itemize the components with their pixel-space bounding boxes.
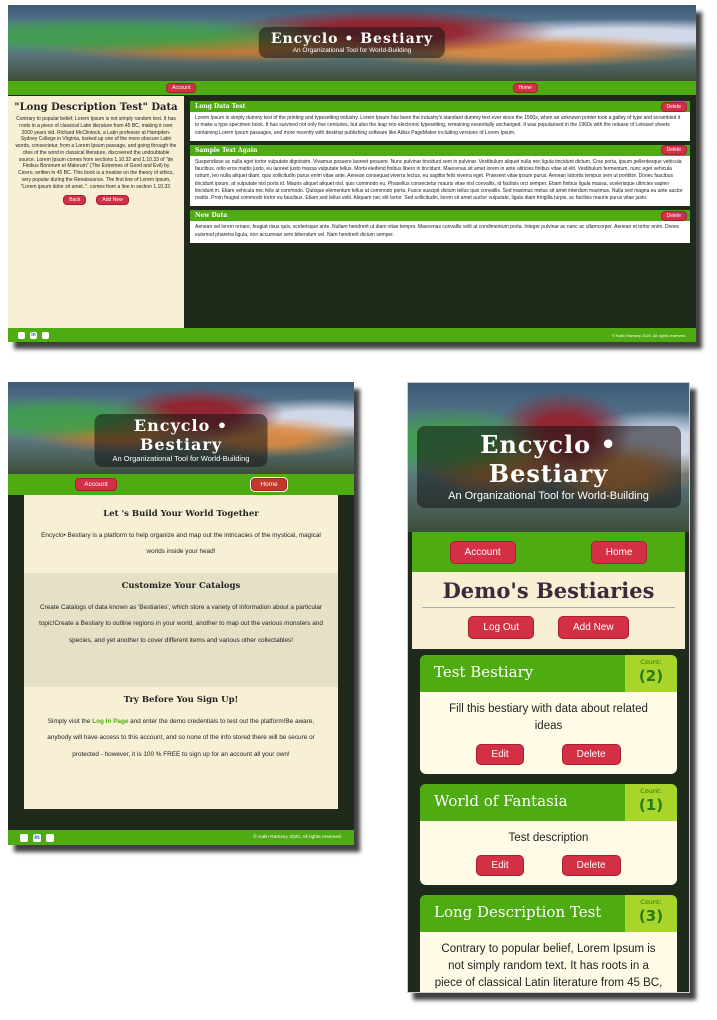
bestiary-description: Contrary to popular belief, Lorem Ipsum … xyxy=(15,116,177,190)
account-button[interactable]: Account xyxy=(75,478,117,491)
intro-text: Encyclo• Bestiary is a platform to help … xyxy=(41,532,321,556)
header-banner: Encyclo • Bestiary An Organizational Too… xyxy=(8,382,354,474)
data-card: Long Data Test Delete Lorem Ipsum is sim… xyxy=(190,101,690,141)
data-card-body: Suspendisse ac nulla eget tortor vulputa… xyxy=(195,158,683,201)
account-button[interactable]: Account xyxy=(166,83,197,93)
data-card: Sample Text Again Delete Suspendisse ac … xyxy=(190,144,690,207)
delete-button[interactable]: Delete xyxy=(660,101,687,112)
count-badge: Count: (2) xyxy=(625,655,677,692)
email-icon[interactable]: ✉ xyxy=(42,331,49,339)
account-button[interactable]: Account xyxy=(449,540,516,564)
edit-button[interactable]: Edit xyxy=(476,743,524,765)
catalogs-heading: Customize Your Catalogs xyxy=(121,581,241,591)
landing-content: Let 's Build Your World Together Encyclo… xyxy=(24,495,338,830)
bestiary-description: Contrary to popular belief, Lorem Ipsum … xyxy=(434,942,663,990)
site-title[interactable]: Encyclo • Bestiary xyxy=(103,416,260,454)
count-badge: Count: (1) xyxy=(625,783,677,821)
bestiary-card: Long Description Test Count: (3) Contrary… xyxy=(420,894,677,992)
count-label: Count: xyxy=(640,897,662,906)
back-button[interactable]: Back xyxy=(63,195,87,206)
footer: ● in ✉ © Kalin Ramsey 2020. All rights r… xyxy=(8,328,696,342)
copyright-text: © Kalin Ramsey 2020. All rights reserved… xyxy=(612,332,686,338)
copyright-text: © Kalin Ramsey 2020. All rights reserved… xyxy=(253,835,342,840)
bestiary-info-panel: "Long Description Test" Data Contrary to… xyxy=(8,96,184,328)
bestiary-title[interactable]: Test Bestiary xyxy=(420,655,625,692)
home-button[interactable]: Home xyxy=(512,83,538,93)
screenshot-desktop-detail: Encyclo • Bestiary An Organizational Too… xyxy=(8,5,696,342)
brand-box: Encyclo • Bestiary An Organizational Too… xyxy=(416,426,681,508)
screenshot-mobile-dashboard: Encyclo • Bestiary An Organizational Too… xyxy=(407,382,690,993)
try-text: Simply visit the Log In Page and enter t… xyxy=(36,714,326,763)
screenshot-tablet-landing: Encyclo • Bestiary An Organizational Too… xyxy=(8,382,354,845)
data-card-body: Aenean vel lorem ornare, feugiat risus q… xyxy=(195,224,680,238)
linkedin-icon[interactable]: in xyxy=(30,331,37,339)
site-subtitle: An Organizational Tool for World-Buildin… xyxy=(448,490,649,502)
catalogs-text: Create Catalogs of data known as 'Bestia… xyxy=(39,604,323,644)
site-title[interactable]: Encyclo • Bestiary xyxy=(425,430,673,488)
delete-button[interactable]: Delete xyxy=(660,210,687,221)
home-button[interactable]: Home xyxy=(590,540,648,564)
site-title[interactable]: Encyclo • Bestiary xyxy=(271,31,433,47)
data-card-title: Sample Text Again xyxy=(195,146,258,154)
add-new-button[interactable]: Add New xyxy=(558,616,629,639)
intro-section: Let 's Build Your World Together Encyclo… xyxy=(24,495,338,573)
detail-body: "Long Description Test" Data Contrary to… xyxy=(8,96,696,328)
header-banner: Encyclo • Bestiary An Organizational Too… xyxy=(408,383,689,532)
count-value: (2) xyxy=(638,667,664,685)
intro-heading: Let 's Build Your World Together xyxy=(103,509,259,519)
data-card: New Data Delete Aenean vel lorem ornare,… xyxy=(190,210,690,243)
count-badge: Count: (3) xyxy=(625,894,677,932)
email-icon[interactable]: ✉ xyxy=(46,833,54,842)
try-text-pre: Simply visit the xyxy=(47,718,93,725)
data-card-title: New Data xyxy=(195,212,228,220)
login-page-link[interactable]: Log In Page xyxy=(92,718,128,725)
page-title: Demo's Bestiaries xyxy=(422,578,675,608)
bestiary-card: World of Fantasia Count: (1) Test descrip… xyxy=(420,783,677,885)
bestiary-description: Fill this bestiary with data about relat… xyxy=(449,703,648,733)
delete-button[interactable]: Delete xyxy=(660,145,687,156)
bestiary-heading: "Long Description Test" Data xyxy=(14,102,178,113)
bestiary-card: Test Bestiary Count: (2) Fill this bestia… xyxy=(420,655,677,774)
bestiary-title[interactable]: Long Description Test xyxy=(420,895,625,932)
data-card-body: Lorem Ipsum is simply dummy text of the … xyxy=(195,115,681,136)
nav-bar: Account Home xyxy=(8,474,354,495)
count-label: Count: xyxy=(640,658,662,666)
footer: ● in ✉ © Kalin Ramsey 2020. All rights r… xyxy=(8,830,354,845)
site-subtitle: An Organizational Tool for World-Buildin… xyxy=(292,47,412,54)
count-label: Count: xyxy=(640,786,662,795)
bestiary-description: Test description xyxy=(508,831,589,844)
add-new-button[interactable]: Add New xyxy=(96,195,129,206)
try-section: Try Before You Sign Up! Simply visit the… xyxy=(24,687,338,809)
nav-bar: Account Home xyxy=(8,81,696,95)
delete-button[interactable]: Delete xyxy=(561,854,621,876)
dashboard-header: Demo's Bestiaries Log Out Add New xyxy=(412,572,685,649)
github-icon[interactable]: ● xyxy=(18,331,25,339)
brand-box: Encyclo • Bestiary An Organizational Too… xyxy=(258,27,446,58)
count-value: (1) xyxy=(638,795,664,814)
github-icon[interactable]: ● xyxy=(20,833,28,842)
try-heading: Try Before You Sign Up! xyxy=(123,695,239,705)
edit-button[interactable]: Edit xyxy=(476,854,524,876)
data-list: Long Data Test Delete Lorem Ipsum is sim… xyxy=(184,96,696,328)
bestiary-title[interactable]: World of Fantasia xyxy=(420,784,625,821)
site-subtitle: An Organizational Tool for World-Buildin… xyxy=(112,454,250,463)
brand-box: Encyclo • Bestiary An Organizational Too… xyxy=(94,414,268,467)
header-banner: Encyclo • Bestiary An Organizational Too… xyxy=(8,5,696,81)
data-card-title: Long Data Test xyxy=(195,103,246,110)
linkedin-icon[interactable]: in xyxy=(33,833,41,842)
delete-button[interactable]: Delete xyxy=(561,743,621,765)
home-button[interactable]: Home xyxy=(250,477,288,492)
catalogs-section: Customize Your Catalogs Create Catalogs … xyxy=(24,573,338,687)
logout-button[interactable]: Log Out xyxy=(468,616,534,639)
count-value: (3) xyxy=(638,906,664,925)
nav-bar: Account Home xyxy=(412,532,685,572)
bestiary-list: Test Bestiary Count: (2) Fill this bestia… xyxy=(408,649,689,992)
